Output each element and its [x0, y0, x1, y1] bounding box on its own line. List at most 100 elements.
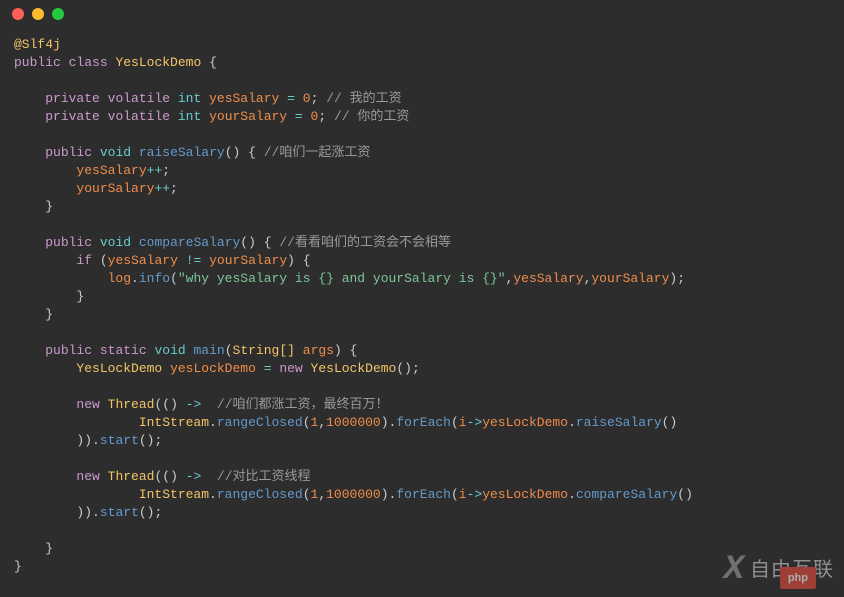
comment: //对比工资线程	[217, 469, 311, 484]
dot: .	[209, 487, 217, 502]
semi: ;	[311, 91, 319, 106]
semi: ;	[318, 109, 326, 124]
zoom-icon[interactable]	[52, 8, 64, 20]
brace: {	[264, 235, 272, 250]
brace: }	[45, 541, 53, 556]
dot: .	[131, 271, 139, 286]
class-thread: Thread	[108, 397, 155, 412]
arg-args: args	[303, 343, 334, 358]
op-pp: ++	[154, 181, 170, 196]
class-intstream: IntStream	[139, 415, 209, 430]
minimize-icon[interactable]	[32, 8, 44, 20]
dot: .	[568, 487, 576, 502]
brace: }	[45, 307, 53, 322]
keyword-class: class	[69, 55, 108, 70]
num-zero: 0	[303, 91, 311, 106]
semi: ;	[162, 163, 170, 178]
semi: ;	[170, 181, 178, 196]
field-yourSalary: yourSalary	[591, 271, 669, 286]
brace: {	[303, 253, 311, 268]
brace: }	[76, 289, 84, 304]
field-yourSalary: yourSalary	[209, 109, 287, 124]
field-yourSalary: yourSalary	[76, 181, 154, 196]
keyword-static: static	[100, 343, 147, 358]
method-compareSalary: compareSalary	[576, 487, 677, 502]
method-raiseSalary: raiseSalary	[139, 145, 225, 160]
var-yesLockDemo: yesLockDemo	[482, 487, 568, 502]
keyword-void: void	[154, 343, 185, 358]
class-name: YesLockDemo	[76, 361, 162, 376]
string-lit: "why yesSalary is {} and yourSalary is {…	[178, 271, 506, 286]
paren: (	[303, 415, 311, 430]
var-i: i	[459, 487, 467, 502]
dot: .	[568, 415, 576, 430]
method-main: main	[194, 343, 225, 358]
op-eq: =	[295, 109, 303, 124]
keyword-if: if	[76, 253, 92, 268]
keyword-volatile: volatile	[108, 91, 170, 106]
semi: ;	[412, 361, 420, 376]
method-compareSalary: compareSalary	[139, 235, 240, 250]
method-forEach: forEach	[396, 487, 451, 502]
paren: (	[303, 487, 311, 502]
class-name: YesLockDemo	[311, 361, 397, 376]
method-rangeClosed: rangeClosed	[217, 487, 303, 502]
op-arrow: ->	[186, 397, 202, 412]
op-arrow: ->	[186, 469, 202, 484]
parens: ()	[240, 235, 256, 250]
method-start: start	[100, 505, 139, 520]
brace: {	[350, 343, 358, 358]
method-rangeClosed: rangeClosed	[217, 415, 303, 430]
keyword-new: new	[76, 469, 99, 484]
field-yourSalary: yourSalary	[209, 253, 287, 268]
class-thread: Thread	[108, 469, 155, 484]
paren: )	[334, 343, 342, 358]
parens: ()	[162, 469, 178, 484]
dot: .	[209, 415, 217, 430]
keyword-volatile: volatile	[108, 109, 170, 124]
op-arrow: ->	[467, 487, 483, 502]
comment: // 你的工资	[334, 109, 409, 124]
parens: ()	[139, 433, 155, 448]
keyword-new: new	[279, 361, 302, 376]
comment: //看看咱们的工资会不会相等	[279, 235, 451, 250]
op-pp: ++	[147, 163, 163, 178]
keyword-public: public	[14, 55, 61, 70]
method-start: start	[100, 433, 139, 448]
method-forEach: forEach	[396, 415, 451, 430]
comment: //咱们一起涨工资	[264, 145, 371, 160]
brace: {	[248, 145, 256, 160]
dot: .	[92, 433, 100, 448]
class-intstream: IntStream	[139, 487, 209, 502]
num-1000000: 1000000	[326, 415, 381, 430]
var-yesLockDemo: yesLockDemo	[170, 361, 256, 376]
parens: ()	[139, 505, 155, 520]
op-eq: =	[287, 91, 295, 106]
parens: ()	[677, 487, 693, 502]
comma: ,	[318, 487, 326, 502]
close-icon[interactable]	[12, 8, 24, 20]
semi: ;	[154, 505, 162, 520]
var-yesLockDemo: yesLockDemo	[482, 415, 568, 430]
field-yesSalary: yesSalary	[76, 163, 146, 178]
paren: )	[84, 433, 92, 448]
method-raiseSalary: raiseSalary	[576, 415, 662, 430]
brace: {	[209, 55, 217, 70]
paren: (	[451, 415, 459, 430]
code-editor: @Slf4j public class YesLockDemo { privat…	[0, 28, 844, 590]
keyword-private: private	[45, 109, 100, 124]
num-1000000: 1000000	[326, 487, 381, 502]
field-yesSalary: yesSalary	[209, 91, 279, 106]
paren: (	[170, 271, 178, 286]
field-yesSalary: yesSalary	[513, 271, 583, 286]
brace: }	[45, 199, 53, 214]
keyword-public: public	[45, 235, 92, 250]
type-string-arr: String[]	[233, 343, 295, 358]
paren: )	[381, 415, 389, 430]
field-yesSalary: yesSalary	[108, 253, 178, 268]
var-log: log	[108, 271, 131, 286]
dot: .	[92, 505, 100, 520]
paren: (	[451, 487, 459, 502]
type-int: int	[178, 91, 201, 106]
var-i: i	[459, 415, 467, 430]
